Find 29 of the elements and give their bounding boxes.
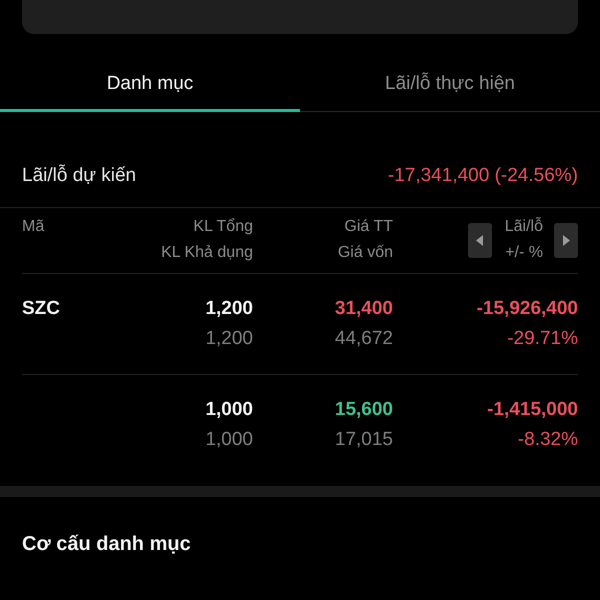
caret-right-icon xyxy=(562,234,570,246)
column-header: Giá TT xyxy=(344,217,393,237)
table-cell-text: -8.32% xyxy=(518,428,578,452)
scroll-right-button[interactable] xyxy=(554,222,578,258)
table-cell-text: -29.71% xyxy=(507,327,578,351)
tab[interactable]: Lãi/lỗ thực hiện xyxy=(300,54,600,112)
table-cell-text: 1,000 xyxy=(205,428,253,452)
column-header: Mã xyxy=(22,217,44,237)
stock-symbol: SZC xyxy=(22,297,60,321)
table-cell-text: 15,600 xyxy=(334,398,393,422)
summary-label: Lãi/lỗ dự kiến xyxy=(22,164,136,188)
table-cell-text: -1,415,000 xyxy=(487,398,578,422)
table-cell-text: 1,200 xyxy=(205,327,253,351)
table-cell-text: 1,000 xyxy=(205,398,253,422)
table-cell-text: 1,200 xyxy=(205,297,253,321)
column-header: KL Khả dụng xyxy=(161,243,253,263)
scroll-left-button[interactable] xyxy=(468,222,492,258)
column-header: Giá vốn xyxy=(338,243,393,263)
column-header: Lãi/lỗ xyxy=(504,216,543,237)
caret-left-icon xyxy=(476,234,484,246)
summary-value: -17,341,400 (-24.56%) xyxy=(388,164,578,188)
table-cell-text: -15,926,400 xyxy=(476,297,578,321)
table-cell-text: 44,672 xyxy=(334,327,393,351)
column-header: KL Tổng xyxy=(193,217,253,237)
tab[interactable]: Danh mục xyxy=(0,54,300,112)
table-cell-text: 17,015 xyxy=(334,428,393,452)
column-header: +/- % xyxy=(505,243,543,263)
table-cell-text: 31,400 xyxy=(334,297,393,321)
section-title: Cơ cấu danh mục xyxy=(21,532,192,557)
